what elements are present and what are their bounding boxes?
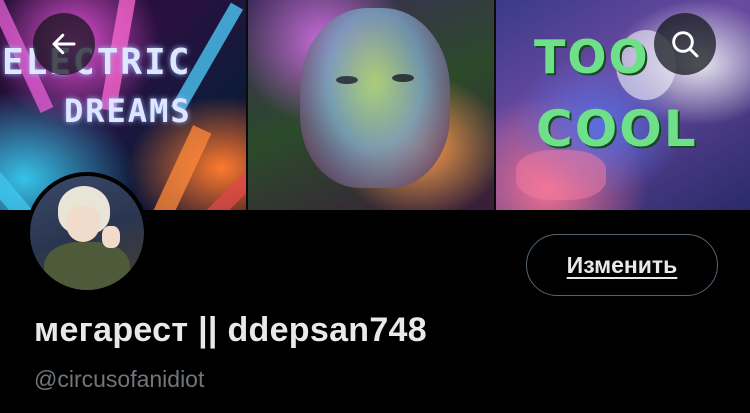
banner-text-dreams: DREAMS <box>64 92 192 130</box>
search-button[interactable] <box>654 13 716 75</box>
search-icon <box>672 31 699 58</box>
banner-text-cool: COOL <box>536 100 698 158</box>
edit-profile-button[interactable]: Изменить <box>526 234 718 296</box>
display-name: мегарест || ddepsan748 <box>34 311 427 349</box>
avatar-image <box>30 176 144 290</box>
user-handle: @circusofanidiot <box>34 366 205 392</box>
avatar[interactable] <box>26 172 148 294</box>
banner-text-electric: ELECTRIC <box>2 42 192 83</box>
banner-panel-portrait <box>248 0 494 210</box>
profile-screen: ELECTRIC DREAMS TOO COOL Изменить мегаре… <box>0 0 750 413</box>
banner-text-too: TOO <box>534 30 650 84</box>
back-button[interactable] <box>33 13 95 75</box>
portrait-face <box>300 8 450 188</box>
arrow-left-icon <box>52 33 76 55</box>
